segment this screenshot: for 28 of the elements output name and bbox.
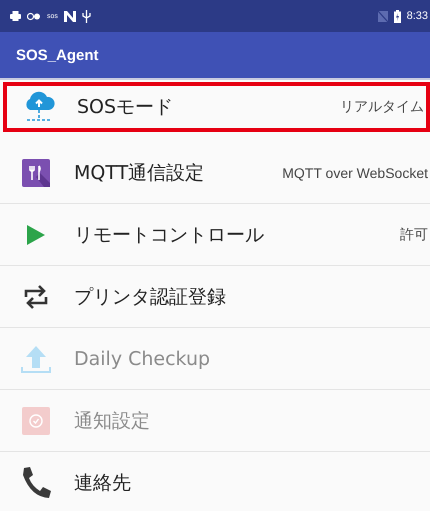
n-icon bbox=[64, 10, 76, 22]
item-label: プリンタ認証登録 bbox=[74, 284, 226, 310]
battery-icon bbox=[394, 10, 401, 22]
usb-icon bbox=[82, 10, 91, 22]
item-value: 許可 bbox=[400, 226, 428, 244]
settings-item[interactable]: 連絡先 bbox=[0, 452, 430, 511]
item-label: Daily Checkup bbox=[74, 348, 210, 370]
app-title: SOS_Agent bbox=[16, 46, 99, 64]
printer-icon bbox=[10, 11, 21, 21]
settings-item[interactable]: プリンタ認証登録 bbox=[0, 266, 430, 328]
alarm-icon bbox=[22, 406, 50, 434]
sim-icon bbox=[378, 10, 388, 22]
settings-item[interactable]: SOSモード リアルタイム bbox=[3, 82, 430, 132]
item-label: MQTT通信設定 bbox=[74, 160, 204, 186]
phone-icon bbox=[21, 466, 51, 498]
settings-item[interactable]: MQTT通信設定 MQTT over WebSocket bbox=[0, 142, 430, 204]
item-value: MQTT over WebSocket bbox=[282, 164, 428, 180]
swap-arrows-icon bbox=[23, 284, 49, 308]
settings-item[interactable]: リモートコントロール 許可 bbox=[0, 204, 430, 266]
item-label: SOSモード bbox=[77, 95, 174, 120]
item-label: リモートコントロール bbox=[74, 222, 264, 248]
item-value: リアルタイム bbox=[340, 98, 424, 116]
item-label: 通知設定 bbox=[74, 408, 150, 434]
link-icon bbox=[27, 12, 41, 20]
play-icon bbox=[27, 224, 45, 244]
item-label: 連絡先 bbox=[74, 470, 131, 496]
status-time: 8:33 bbox=[406, 10, 428, 22]
upload-icon bbox=[21, 344, 51, 374]
